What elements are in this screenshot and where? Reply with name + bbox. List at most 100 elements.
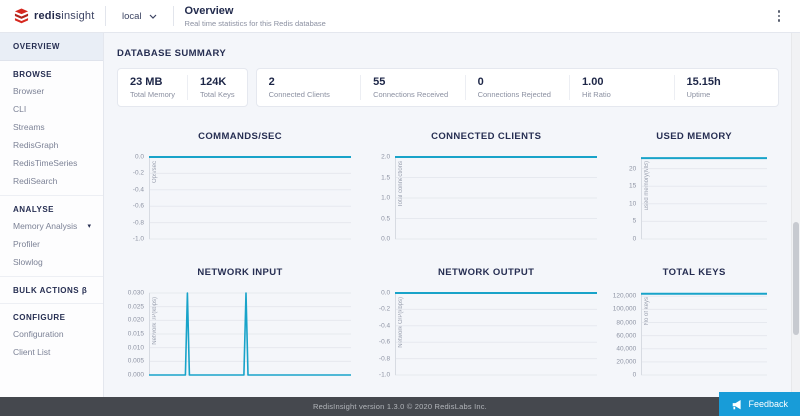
summary-stat-connections-rejected: 0 Connections Rejected	[466, 75, 570, 100]
chevron-down-icon: ▾	[87, 222, 91, 230]
sidebar-item-memory-analysis[interactable]: Memory Analysis▾	[13, 217, 103, 235]
y-tick-label: -0.8	[133, 219, 144, 226]
summary-stat-uptime: 15.15hUptime	[675, 75, 778, 100]
chart-plot-area: Total connections	[395, 157, 597, 239]
sidebar-item-client-list[interactable]: Client List	[13, 343, 103, 361]
app-header: redisinsight local Overview Real time st…	[0, 0, 800, 33]
sidebar-section-configure: CONFIGURE Configuration Client List	[0, 304, 103, 366]
summary-stat-connections-received: 55Connections Received	[361, 75, 465, 100]
sidebar-item-label: RedisTimeSeries	[13, 158, 77, 168]
sidebar-item-label: RediSearch	[13, 176, 57, 186]
y-axis-ticks: 2.01.51.00.50.0	[363, 157, 395, 239]
summary-stat-connected-clients: 2Connected Clients	[257, 75, 361, 100]
sidebar-item-label: RedisGraph	[13, 140, 58, 150]
y-tick-label: -0.4	[379, 322, 390, 329]
y-tick-label: 10	[629, 200, 636, 207]
sidebar-section-header-analyse: ANALYSE	[13, 199, 103, 217]
y-tick-label: 1.0	[381, 195, 390, 202]
y-tick-label: 20	[629, 165, 636, 172]
y-axis-ticks: 0.0-0.2-0.4-0.6-0.8-1.0	[117, 157, 149, 239]
summary-stat-value: 2	[269, 76, 348, 88]
chart-body: 20151050used memory(MB)	[609, 157, 779, 239]
sidebar-item-redistimeseries[interactable]: RedisTimeSeries	[13, 154, 103, 172]
summary-stat-total-memory: 23 MBTotal Memory	[118, 75, 188, 100]
y-tick-label: -0.2	[379, 306, 390, 313]
sidebar-section-browse: BROWSEBrowserCLIStreamsRedisGraphRedisTi…	[0, 61, 103, 196]
chart-plot-area: Network O/P(kbps)	[395, 293, 597, 375]
sidebar-item-label: Configuration	[13, 329, 64, 339]
chart-plot-area: No of keys	[641, 293, 767, 375]
sidebar-section-header-configure: CONFIGURE	[13, 307, 103, 325]
y-tick-label: 1.5	[381, 174, 390, 181]
summary-stat-label: Connections Rejected	[478, 90, 557, 99]
sidebar-item-streams[interactable]: Streams	[13, 118, 103, 136]
page-title-block: Overview Real time statistics for this R…	[174, 5, 326, 28]
scrollbar[interactable]	[791, 33, 800, 397]
sidebar-item-browser[interactable]: Browser	[13, 82, 103, 100]
database-summary-row: 23 MBTotal Memory 124K Total Keys 2Connecte…	[117, 68, 779, 107]
chart-plot-area: Ops/sec	[149, 157, 351, 239]
y-tick-label: -0.4	[133, 186, 144, 193]
sidebar: OVERVIEW BROWSEBrowserCLIStreamsRedisGra…	[0, 33, 104, 397]
y-tick-label: 0	[633, 372, 637, 379]
summary-stat-label: Uptime	[687, 90, 766, 99]
chart-commands-sec: COMMANDS/SEC0.0-0.2-0.4-0.6-0.8-1.0Ops/s…	[117, 131, 363, 239]
y-tick-label: 0.005	[128, 358, 144, 365]
page-title: Overview	[185, 5, 326, 17]
sidebar-section-header-bulk-actions[interactable]: BULK ACTIONS β	[13, 280, 103, 298]
chart-title: CONNECTED CLIENTS	[363, 131, 609, 142]
database-selector[interactable]: local	[106, 0, 173, 32]
app-window: redisinsight local Overview Real time st…	[0, 0, 800, 416]
sidebar-item-label: Client List	[13, 347, 50, 357]
chart-body: 2.01.51.00.50.0Total connections	[363, 157, 609, 239]
charts-grid: COMMANDS/SEC 0.0 -0.2 -0.4 -0.6 -0.8 -1.0 Ops/s…	[117, 131, 779, 375]
chart-body: 120,000100,00080,00060,00040,00020,0000N…	[609, 293, 779, 375]
y-tick-label: -0.8	[379, 355, 390, 362]
y-tick-label: 0.025	[128, 303, 144, 310]
scrollbar-thumb[interactable]	[793, 222, 799, 335]
y-tick-label: -0.2	[133, 170, 144, 177]
sidebar-item-profiler[interactable]: Profiler	[13, 235, 103, 253]
chart-title: TOTAL KEYS	[609, 267, 779, 278]
sidebar-item-label: CLI	[13, 104, 26, 114]
chart-network-output: NETWORK OUTPUT0.0-0.2-0.4-0.6-0.8-1.0Net…	[363, 267, 609, 375]
redisinsight-logo: redisinsight	[0, 8, 105, 24]
redis-logo-icon	[14, 8, 29, 24]
y-tick-label: 0.0	[135, 154, 144, 161]
chart-network-input: NETWORK INPUT0.0300.0250.0200.0150.0100.…	[117, 267, 363, 375]
y-tick-label: -1.0	[133, 236, 144, 243]
sidebar-item-label: Streams	[13, 122, 45, 132]
y-axis-ticks: 120,000100,00080,00060,00040,00020,0000	[609, 293, 641, 375]
feedback-button-label: Feedback	[748, 399, 788, 409]
sidebar-item-overview[interactable]: OVERVIEW	[0, 33, 103, 61]
y-tick-label: -0.6	[133, 203, 144, 210]
summary-stat-total-keys: 124K Total Keys	[188, 75, 247, 100]
main-content: DATABASE SUMMARY 23 MBTotal Memory124KTo…	[104, 33, 791, 397]
chart-total-keys: TOTAL KEYS 120,000100,00080,00060,00040,0…	[609, 267, 779, 375]
chart-body: 0.0-0.2-0.4-0.6-0.8-1.0Network O/P(kbps)	[363, 293, 609, 375]
sidebar-item-configuration[interactable]: Configuration	[13, 325, 103, 343]
chevron-down-icon	[149, 14, 157, 19]
chart-connected-clients: CONNECTED CLIENTS2.01.51.00.50.0Total co…	[363, 131, 609, 239]
y-tick-label: 20,000	[616, 358, 636, 365]
summary-stat-value: 124K	[200, 76, 235, 88]
sidebar-item-slowlog[interactable]: Slowlog	[13, 253, 103, 271]
kebab-menu-icon[interactable]	[774, 6, 785, 26]
sidebar-item-label: Slowlog	[13, 257, 43, 267]
y-tick-label: 80,000	[616, 319, 636, 326]
feedback-button[interactable]: Feedback	[719, 392, 800, 416]
summary-stat-label: Total Keys	[200, 90, 235, 99]
y-tick-label: 0.0	[381, 236, 390, 243]
chart-title: COMMANDS/SEC	[117, 131, 363, 142]
chart-canvas	[641, 293, 767, 375]
sidebar-item-cli[interactable]: CLI	[13, 100, 103, 118]
summary-stat-value: 0	[478, 76, 557, 88]
y-tick-label: 2.0	[381, 154, 390, 161]
sidebar-item-redisgraph[interactable]: RedisGraph	[13, 136, 103, 154]
chart-plot-area: used memory(MB)	[641, 157, 767, 239]
y-tick-label: 0.020	[128, 317, 144, 324]
y-axis-ticks: 20151050	[609, 157, 641, 239]
summary-stat-value: 55	[373, 76, 452, 88]
sidebar-item-redisearch[interactable]: RediSearch	[13, 172, 103, 190]
y-tick-label: 0	[633, 236, 637, 243]
